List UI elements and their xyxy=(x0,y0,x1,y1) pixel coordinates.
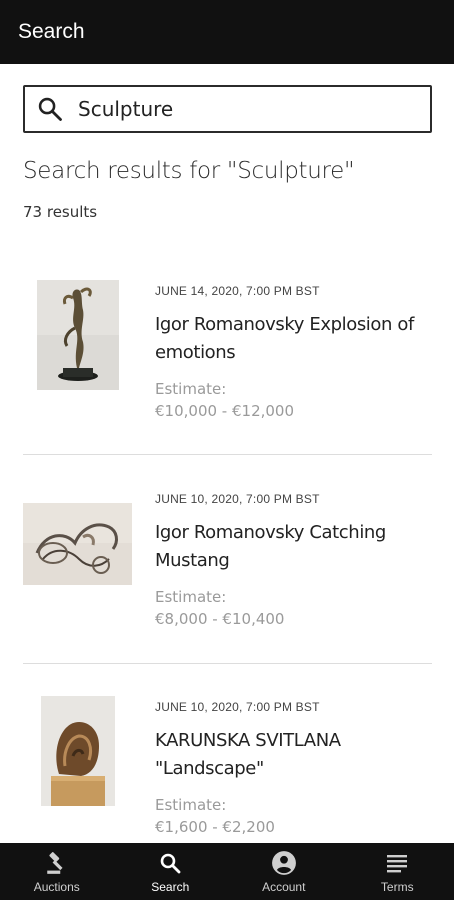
list-item[interactable]: JUNE 10, 2020, 7:00 PM BST Igor Romanovs… xyxy=(23,478,432,648)
nav-label: Search xyxy=(151,880,190,894)
page-title: Search xyxy=(18,20,85,43)
list-item[interactable]: JUNE 10, 2020, 7:00 PM BST KARUNSKA SVIT… xyxy=(23,686,432,842)
nav-auctions[interactable]: Auctions xyxy=(0,843,114,900)
search-icon xyxy=(35,94,65,124)
divider xyxy=(23,663,432,664)
auction-date: JUNE 10, 2020, 7:00 PM BST xyxy=(155,492,320,506)
divider xyxy=(23,454,432,455)
nav-label: Account xyxy=(262,880,306,894)
estimate-value: €8,000 - €10,400 xyxy=(155,610,285,628)
nav-label: Auctions xyxy=(33,880,80,894)
estimate-label: Estimate: xyxy=(155,588,227,606)
estimate-value: €10,000 - €12,000 xyxy=(155,402,295,420)
auction-date: JUNE 10, 2020, 7:00 PM BST xyxy=(155,700,320,714)
results-count: 73 results xyxy=(23,203,98,221)
account-icon xyxy=(271,850,297,876)
estimate-label: Estimate: xyxy=(155,796,227,814)
estimate-label: Estimate: xyxy=(155,380,227,398)
nav-search[interactable]: Search xyxy=(114,843,228,900)
gavel-icon xyxy=(44,850,70,876)
nav-account[interactable]: Account xyxy=(227,843,341,900)
sculpture-thumbnail[interactable] xyxy=(41,696,115,806)
search-input[interactable] xyxy=(78,97,378,121)
lot-title: Igor Romanovsky Catching Mustang xyxy=(155,522,386,571)
list-item[interactable]: JUNE 14, 2020, 7:00 PM BST Igor Romanovs… xyxy=(23,270,432,440)
bottom-navigation: Auctions Search Account Terms xyxy=(0,843,454,900)
lot-title: Igor Romanovsky Explosion of emotions xyxy=(155,314,414,363)
estimate-value: €1,600 - €2,200 xyxy=(155,818,275,836)
results-heading: Search results for "Sculpture" xyxy=(23,158,355,184)
sculpture-thumbnail[interactable] xyxy=(37,280,119,390)
search-box[interactable] xyxy=(23,85,432,133)
app-bar: Search xyxy=(0,0,454,64)
nav-terms[interactable]: Terms xyxy=(341,843,454,900)
auction-date: JUNE 14, 2020, 7:00 PM BST xyxy=(155,284,320,298)
search-icon xyxy=(157,850,183,876)
terms-icon xyxy=(384,850,410,876)
lot-title: KARUNSKA SVITLANA "Landscape" xyxy=(155,730,341,779)
nav-label: Terms xyxy=(380,880,414,894)
sculpture-thumbnail[interactable] xyxy=(23,503,132,585)
